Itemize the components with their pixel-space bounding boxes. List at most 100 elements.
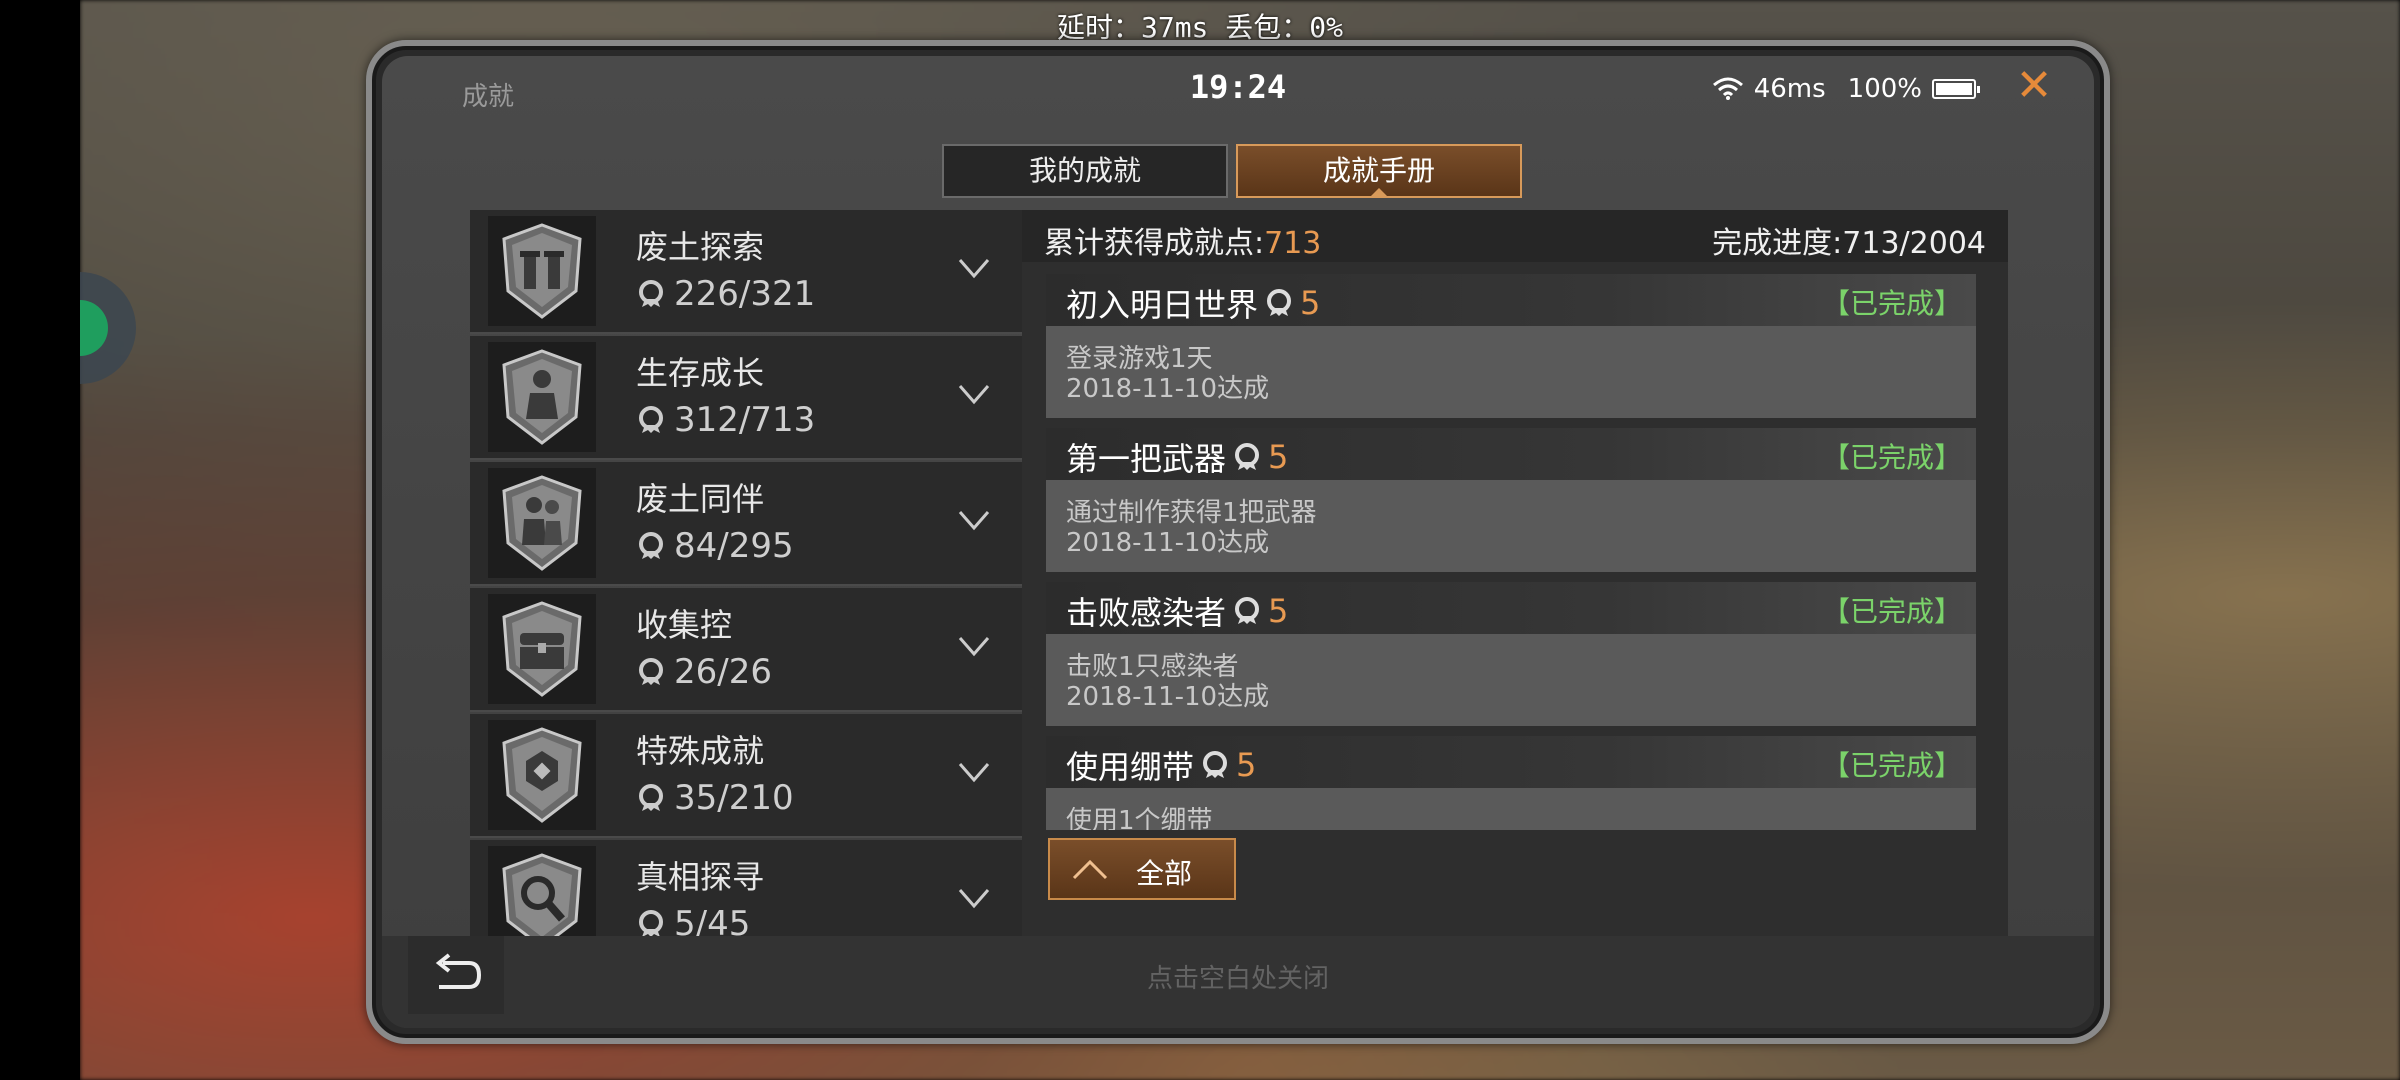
- achievement-panel: 累计获得成就点:713 完成进度:713/2004 初入明日世界 5 【已完成】: [1022, 210, 2008, 936]
- category-name: 废土探索: [636, 228, 765, 266]
- achievement-description: 登录游戏1天 2018-11-10达成: [1066, 344, 1269, 404]
- progress-label: 完成进度:: [1712, 226, 1843, 261]
- achievement-title-text: 击败感染者: [1066, 594, 1227, 632]
- achievement-window: 成就 19:24 46ms 100% ✕ 我的成就 成就手册 废土探索 226/…: [382, 56, 2094, 1028]
- achievement-desc-text: 使用1个绷带: [1066, 806, 1213, 830]
- achievement-point-icon: [639, 784, 663, 811]
- achievement-header: 击败感染者 5 【已完成】: [1046, 582, 1976, 634]
- screen-edge: [0, 0, 80, 1080]
- chevron-down-icon[interactable]: [956, 376, 992, 412]
- filter-all-button[interactable]: 全部: [1048, 838, 1236, 900]
- category-count: 84/295: [636, 526, 794, 566]
- achievement-points: 5: [1236, 746, 1257, 784]
- achievement-card[interactable]: 使用绷带 5 【已完成】 使用1个绷带: [1046, 736, 1976, 830]
- summary-bar: 累计获得成就点:713 完成进度:713/2004: [1022, 210, 2008, 262]
- category-count-text: 312/713: [674, 400, 816, 440]
- achievement-card[interactable]: 击败感染者 5 【已完成】 击败1只感染者 2018-11-10达成: [1046, 582, 1976, 726]
- filter-all-label: 全部: [1136, 857, 1193, 890]
- category-item-special[interactable]: 特殊成就 35/210: [470, 714, 1024, 838]
- achievement-status: 【已完成】: [1821, 287, 1962, 320]
- close-icon[interactable]: ✕: [2010, 62, 2058, 110]
- achievement-header: 第一把武器 5 【已完成】: [1046, 428, 1976, 480]
- chevron-down-icon[interactable]: [956, 250, 992, 286]
- achievement-point-icon: [639, 910, 663, 936]
- achievement-status: 【已完成】: [1821, 595, 1962, 628]
- achievement-title-text: 初入明日世界: [1066, 286, 1259, 324]
- achievement-title: 使用绷带 5: [1066, 742, 1256, 788]
- achievement-description: 使用1个绷带: [1066, 806, 1213, 830]
- chevron-down-icon[interactable]: [956, 628, 992, 664]
- category-count: 312/713: [636, 400, 815, 440]
- achievement-description: 击败1只感染者 2018-11-10达成: [1066, 652, 1269, 712]
- special-badge-icon: [488, 720, 596, 830]
- chest-badge-icon: [488, 594, 596, 704]
- achievement-status: 【已完成】: [1821, 441, 1962, 474]
- category-item-collector[interactable]: 收集控 26/26: [470, 588, 1024, 712]
- achievement-list[interactable]: 初入明日世界 5 【已完成】 登录游戏1天 2018-11-10达成 第一把武器…: [1046, 274, 1976, 830]
- achievement-point-icon: [639, 658, 663, 685]
- progress-summary: 完成进度:713/2004: [1712, 218, 1986, 262]
- achievement-desc-text: 击败1只感染者: [1066, 652, 1239, 682]
- achievement-points: 5: [1268, 592, 1289, 630]
- category-list: 废土探索 226/321 生存成长 312/713 废土同伴 84/295 收集…: [470, 210, 1024, 936]
- category-name: 生存成长: [636, 354, 765, 392]
- companions-badge-icon: [488, 468, 596, 578]
- chevron-up-icon: [1072, 859, 1108, 880]
- category-count: 5/45: [636, 904, 750, 936]
- category-count: 226/321: [636, 274, 815, 314]
- category-count-text: 35/210: [674, 778, 794, 818]
- tab-bar: 我的成就 成就手册: [942, 144, 1522, 198]
- chevron-down-icon[interactable]: [956, 754, 992, 790]
- achievement-desc-text: 登录游戏1天: [1066, 344, 1213, 374]
- latency-text: 46ms: [1753, 74, 1826, 104]
- magnifier-badge-icon: [488, 846, 596, 936]
- category-item-wasteland-companions[interactable]: 废土同伴 84/295: [470, 462, 1024, 586]
- achievement-title: 击败感染者 5: [1066, 588, 1288, 634]
- achievement-title: 初入明日世界 5: [1066, 280, 1320, 326]
- category-count-text: 84/295: [674, 526, 794, 566]
- achievement-date: 2018-11-10达成: [1066, 682, 1270, 712]
- achievement-header: 初入明日世界 5 【已完成】: [1046, 274, 1976, 326]
- category-item-wasteland-explore[interactable]: 废土探索 226/321: [470, 210, 1024, 334]
- battery-percent: 100%: [1847, 74, 1922, 104]
- achievement-card[interactable]: 初入明日世界 5 【已完成】 登录游戏1天 2018-11-10达成: [1046, 274, 1976, 418]
- achievement-point-icon: [639, 406, 663, 433]
- achievement-point-icon: [1203, 751, 1228, 778]
- battery-fill: [1936, 83, 1972, 95]
- survivor-badge-icon: [488, 342, 596, 452]
- category-name: 收集控: [636, 606, 733, 644]
- achievement-point-icon: [639, 280, 663, 307]
- wifi-icon: [1712, 77, 1743, 100]
- device-status: 46ms 100%: [1712, 74, 1980, 104]
- tab-achievement-handbook[interactable]: 成就手册: [1236, 144, 1522, 198]
- chevron-down-icon[interactable]: [956, 880, 992, 916]
- achievement-date: 2018-11-10达成: [1066, 528, 1270, 558]
- category-count-text: 5/45: [674, 904, 751, 936]
- close-hint[interactable]: 点击空白处关闭: [382, 958, 2094, 995]
- achievement-title-text: 第一把武器: [1066, 440, 1227, 478]
- achievement-points: 5: [1268, 438, 1289, 476]
- achievement-title-text: 使用绷带: [1066, 748, 1195, 786]
- battery-icon: [1932, 79, 1980, 99]
- game-scene: 延时：37ms 丢包：0% 成就 19:24 46ms 100% ✕ 我的成就 …: [0, 0, 2400, 1080]
- achievement-card[interactable]: 第一把武器 5 【已完成】 通过制作获得1把武器 2018-11-10达成: [1046, 428, 1976, 572]
- category-name: 真相探寻: [636, 858, 765, 896]
- category-item-survival-growth[interactable]: 生存成长 312/713: [470, 336, 1024, 460]
- achievement-status: 【已完成】: [1821, 749, 1962, 782]
- bottom-bar: 点击空白处关闭: [382, 936, 2094, 1028]
- chevron-down-icon[interactable]: [956, 502, 992, 538]
- achievement-desc-text: 通过制作获得1把武器: [1066, 498, 1317, 528]
- tab-my-achievements[interactable]: 我的成就: [942, 144, 1228, 198]
- points-summary: 累计获得成就点:713: [1044, 218, 1321, 262]
- category-item-truth-seeking[interactable]: 真相探寻 5/45: [470, 840, 1024, 936]
- category-count: 26/26: [636, 652, 772, 692]
- category-count-text: 226/321: [674, 274, 816, 314]
- achievement-point-icon: [1235, 443, 1260, 470]
- achievement-point-icon: [1235, 597, 1260, 624]
- achievement-description: 通过制作获得1把武器 2018-11-10达成: [1066, 498, 1317, 558]
- points-value: 713: [1264, 226, 1322, 261]
- category-name: 特殊成就: [636, 732, 765, 770]
- towers-badge-icon: [488, 216, 596, 326]
- achievement-point-icon: [639, 532, 663, 559]
- category-name: 废土同伴: [636, 480, 765, 518]
